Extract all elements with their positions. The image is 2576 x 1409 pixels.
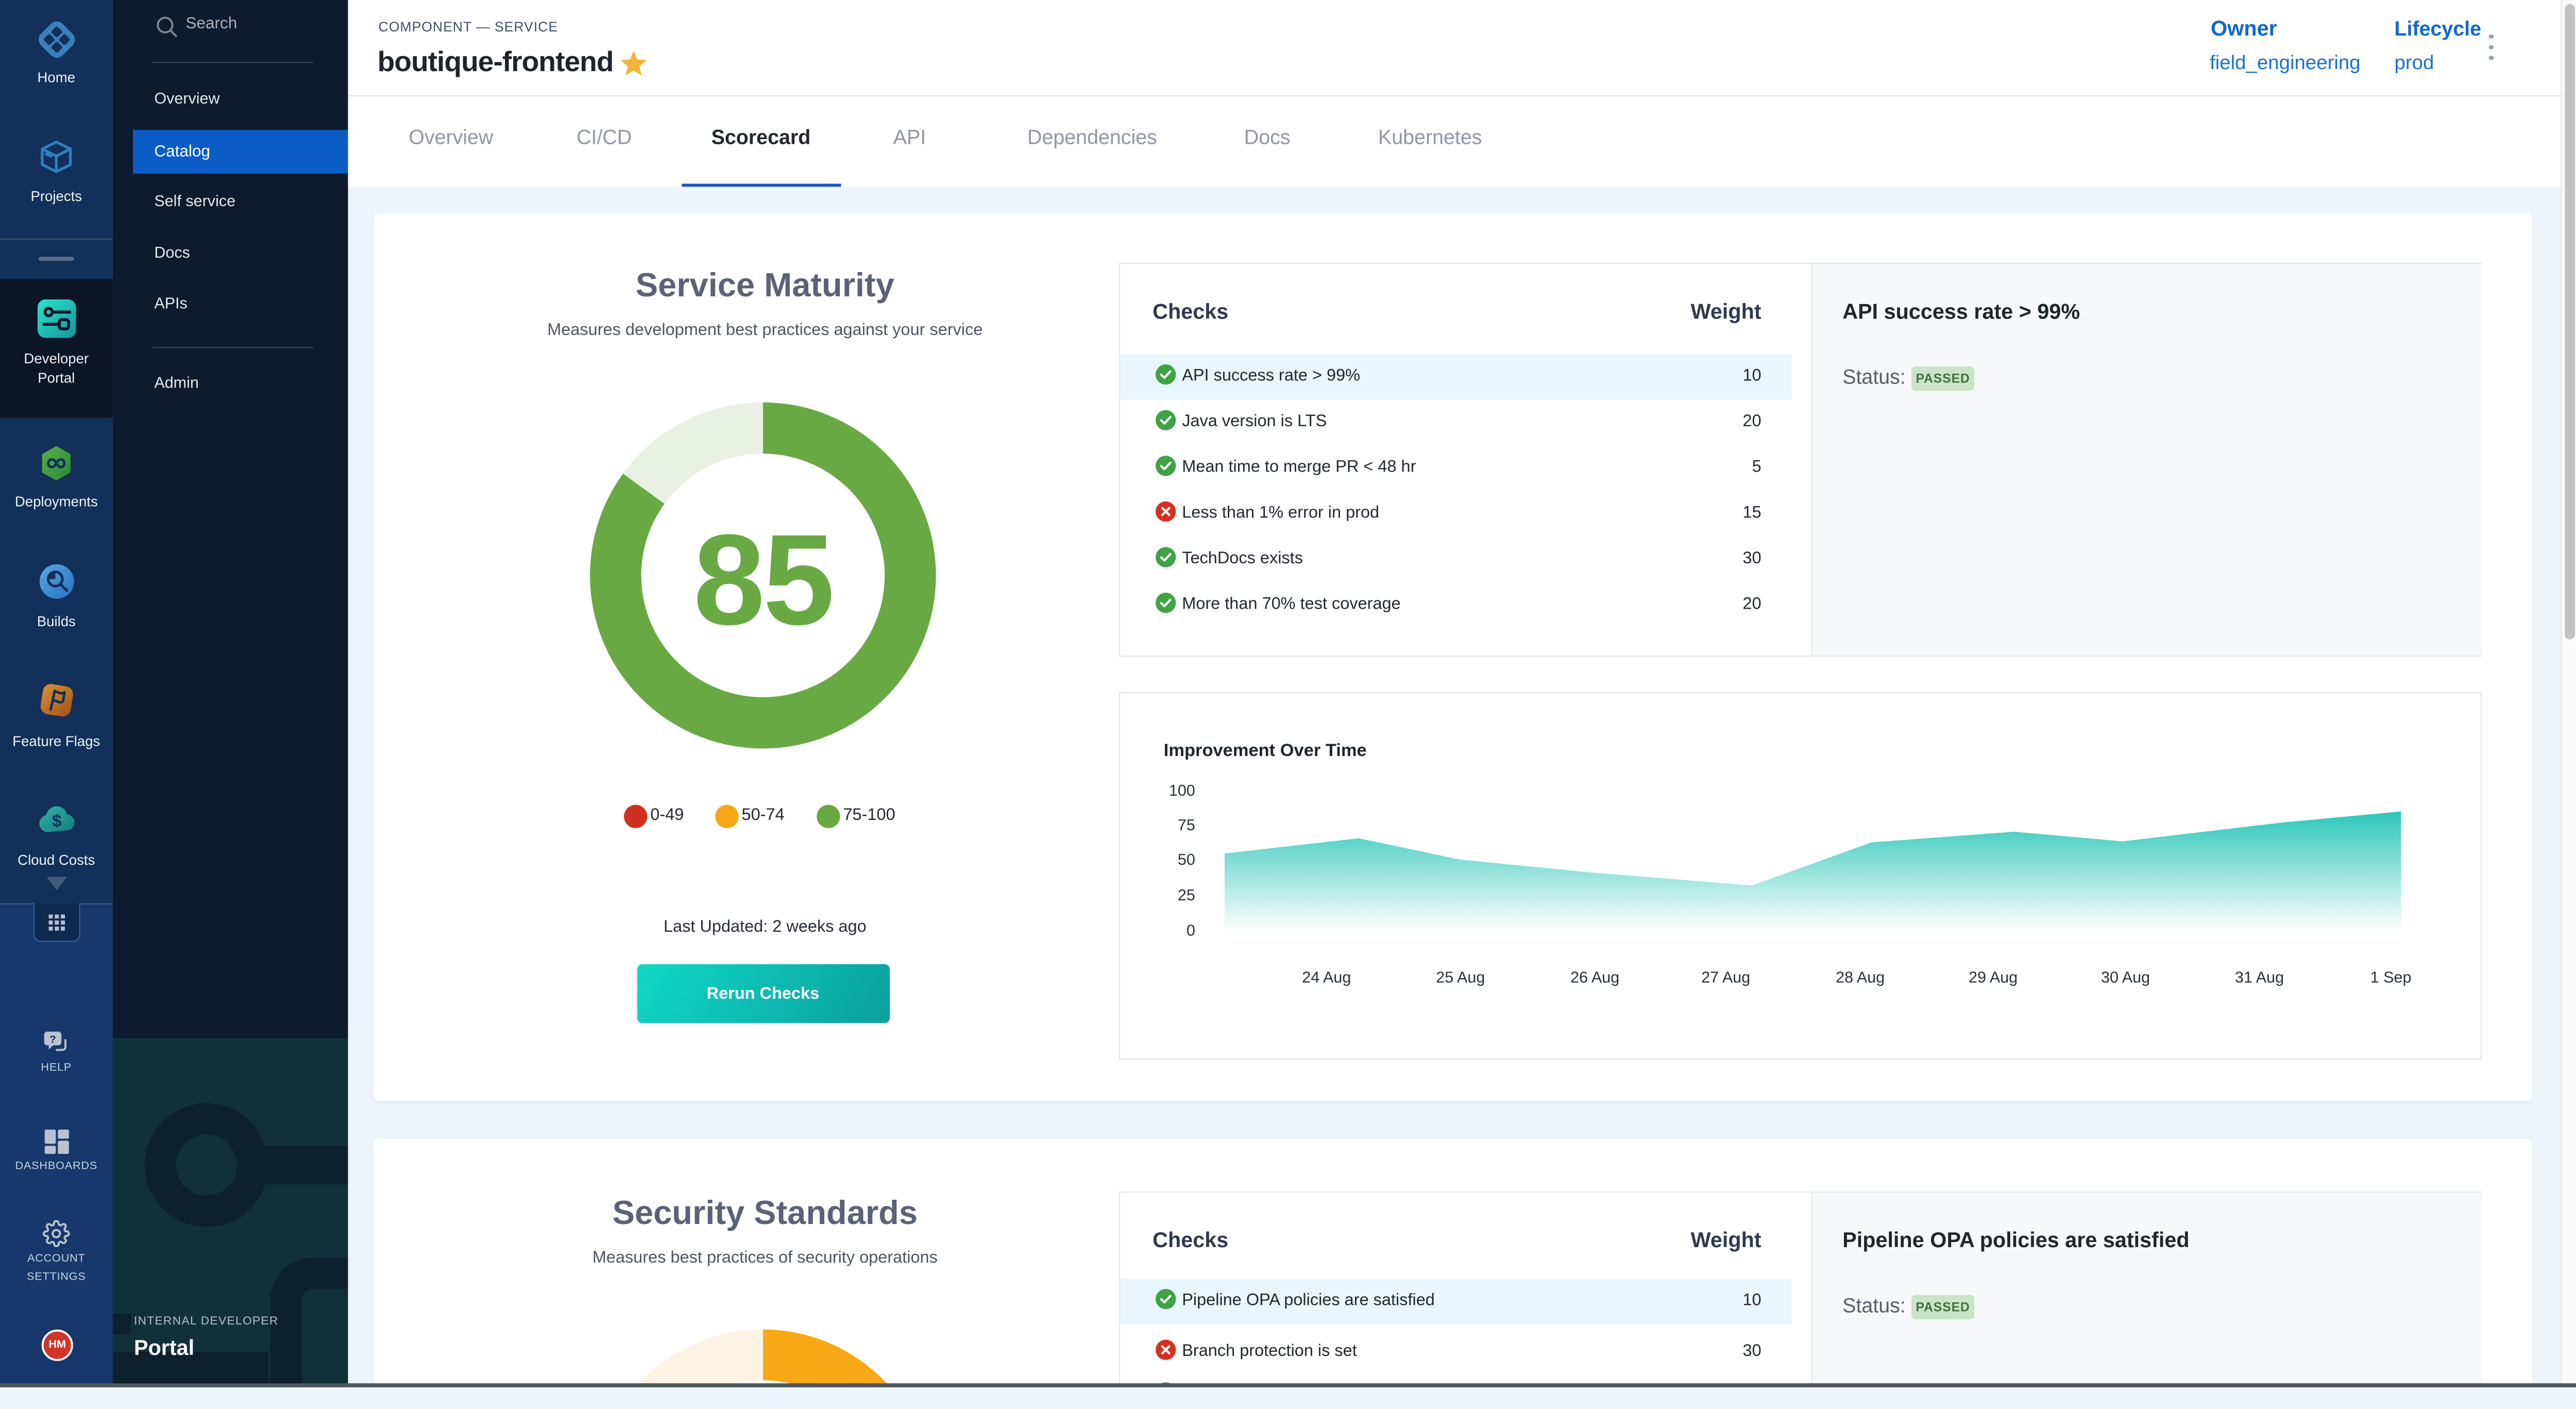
svg-text:?: ? — [49, 1033, 56, 1045]
svg-text:$: $ — [52, 812, 61, 831]
